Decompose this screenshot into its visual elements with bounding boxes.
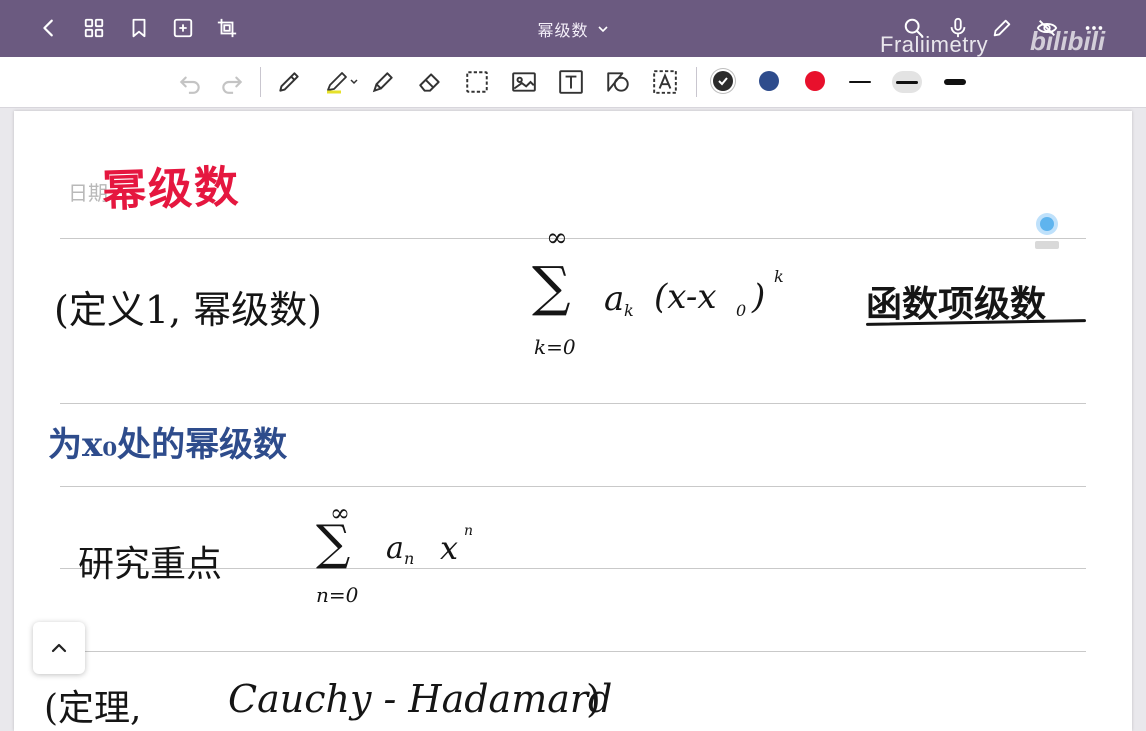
definition-label: (定义1, 幂级数) — [54, 288, 322, 332]
undo-icon[interactable] — [175, 67, 205, 97]
series-paren: (x-x — [654, 277, 717, 317]
color-swatch-blue[interactable] — [759, 71, 779, 91]
bilibili-logo: bilibili — [1030, 26, 1106, 56]
document-title: 幂级数 — [537, 21, 589, 40]
highlighter-tool-icon[interactable] — [322, 67, 362, 97]
stroke-thick[interactable] — [940, 71, 970, 93]
chevron-up-icon — [51, 643, 67, 653]
sum-upper-limit: ∞ — [546, 223, 568, 253]
sum2-exponent: n — [464, 523, 474, 539]
stroke-medium[interactable] — [892, 71, 922, 93]
sum2-coefficient-subscript: n — [404, 549, 415, 568]
ruled-line — [60, 651, 1086, 652]
text-recognition-icon[interactable] — [650, 67, 680, 97]
stroke-thin[interactable] — [845, 71, 875, 93]
toolbar-separator — [260, 67, 261, 97]
scroll-up-button[interactable] — [33, 622, 85, 674]
back-icon[interactable] — [35, 14, 63, 42]
ruled-line — [60, 403, 1086, 404]
sum2-lower-limit: n=0 — [316, 583, 359, 607]
pen-tool-icon[interactable] — [274, 67, 304, 97]
add-page-icon[interactable] — [169, 14, 197, 42]
color-swatch-black[interactable] — [713, 71, 733, 91]
ruled-line — [60, 486, 1086, 487]
edit-pen-icon[interactable] — [988, 14, 1016, 42]
theorem-name: Cauchy - Hadamard — [228, 677, 613, 721]
series-exponent: k — [774, 267, 784, 286]
series-coefficient-subscript: k — [624, 301, 634, 320]
document-title-dropdown[interactable]: 幂级数 — [500, 14, 646, 44]
checkmark-icon — [718, 77, 728, 86]
sigma-symbol: ∑ — [532, 255, 571, 318]
bookmark-icon[interactable] — [125, 14, 153, 42]
color-swatch-red[interactable] — [805, 71, 825, 91]
series-paren-close: ) — [752, 277, 766, 317]
note-heading: 幂级数 — [101, 161, 242, 218]
sum2-variable: x — [440, 529, 459, 567]
theorem-open: (定理, — [44, 688, 142, 729]
function-series-label: 函数项级数 — [866, 283, 1047, 325]
marker-tool-icon[interactable] — [368, 67, 398, 97]
image-insert-icon[interactable] — [509, 67, 539, 97]
chevron-down-icon — [597, 26, 608, 33]
sum2-coefficient: a — [386, 531, 404, 566]
grid-view-icon[interactable] — [80, 14, 108, 42]
shape-tool-icon[interactable] — [603, 67, 633, 97]
text-tool-icon[interactable] — [556, 67, 586, 97]
blue-note-line: 为x₀处的幂级数 — [48, 425, 288, 465]
sum-lower-limit: k=0 — [534, 335, 576, 359]
eraser-tool-icon[interactable] — [415, 67, 445, 97]
note-page[interactable]: 日期 幂级数 (定义1, 幂级数) ∞ ∑ k=0 a k (x-x 0 ) k… — [14, 111, 1132, 731]
top-bar: 幂级数 Fraliimetry bilibili — [0, 0, 1146, 57]
sigma-symbol-2: ∑ — [316, 515, 351, 571]
ruled-line — [60, 238, 1086, 239]
watermark-text: Fraliimetry — [880, 32, 989, 57]
series-paren-subscript: 0 — [736, 301, 747, 320]
lasso-select-icon[interactable] — [462, 67, 492, 97]
redo-icon[interactable] — [217, 67, 247, 97]
crop-icon[interactable] — [213, 14, 241, 42]
focus-label: 研究重点 — [78, 544, 223, 585]
lasso-handle-icon[interactable] — [1034, 211, 1060, 251]
series-coefficient: a — [604, 279, 625, 319]
drawing-toolbar — [0, 57, 1146, 108]
theorem-close: ) — [586, 677, 601, 721]
toolbar-separator — [696, 67, 697, 97]
